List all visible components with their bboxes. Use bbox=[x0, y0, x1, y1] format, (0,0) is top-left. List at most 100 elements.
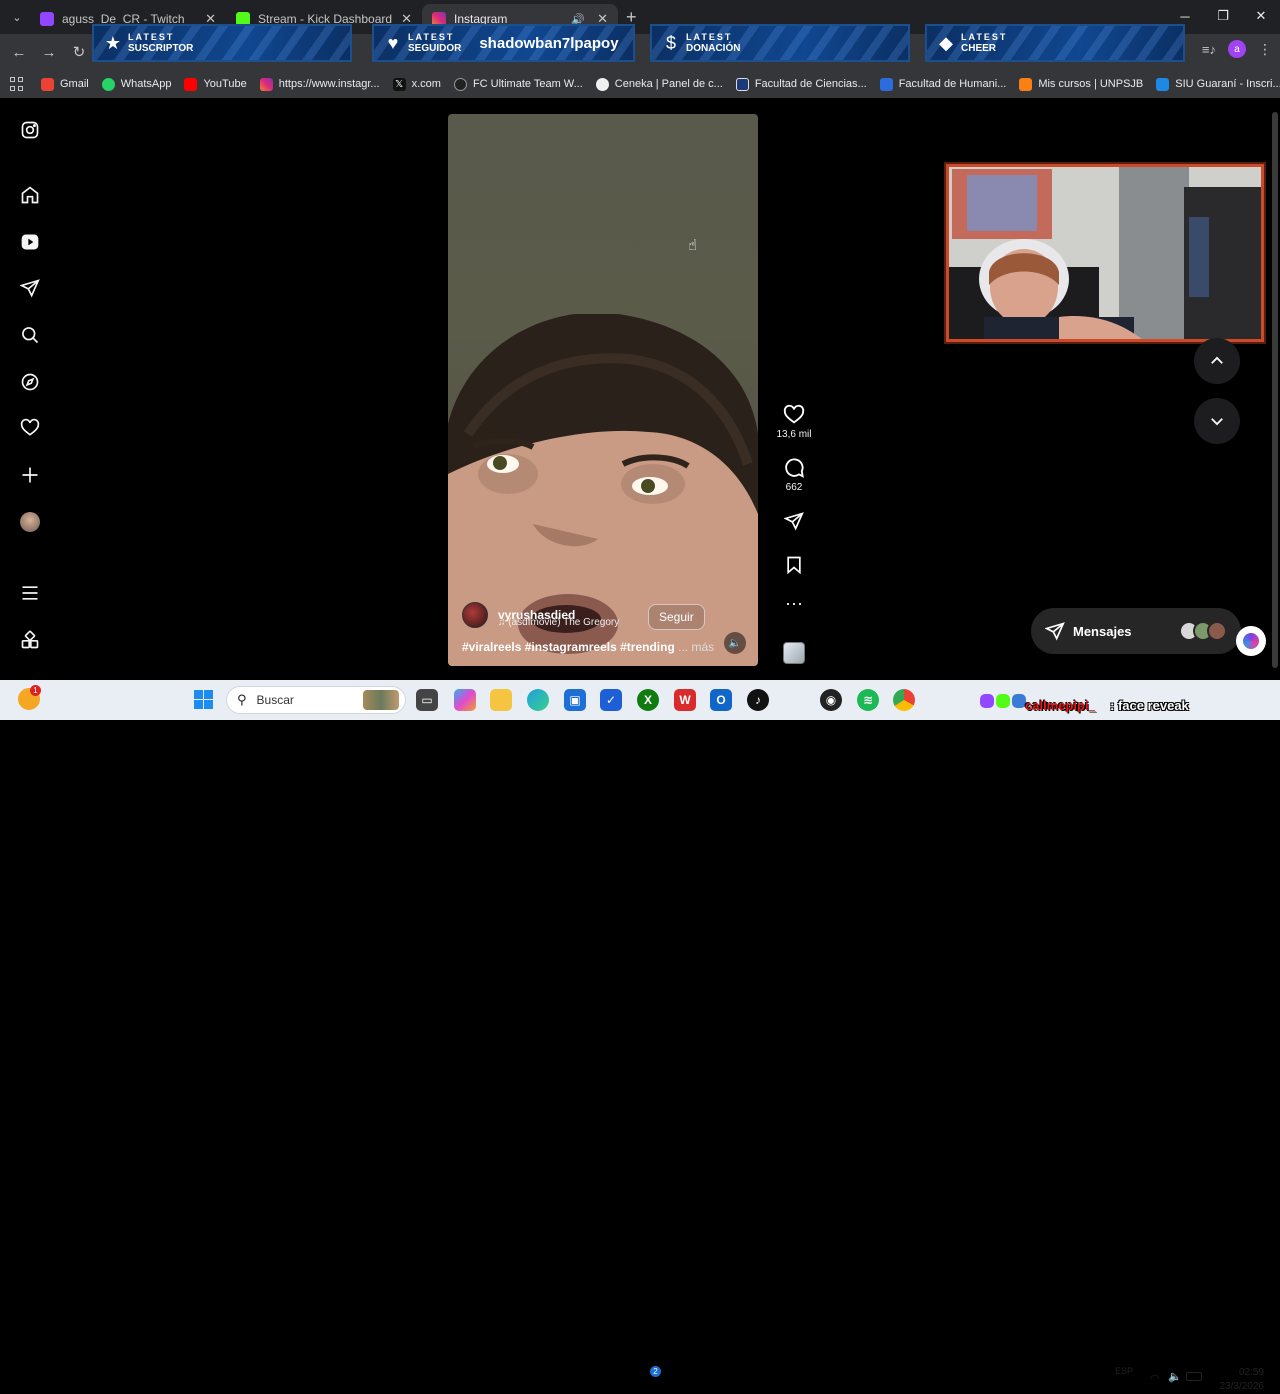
more-menu-icon[interactable]: ⋮ bbox=[1258, 41, 1272, 58]
system-clock[interactable]: 02:59 23/3/2026 bbox=[1214, 1366, 1265, 1394]
system-tray-icon[interactable] bbox=[1012, 694, 1026, 708]
share-action[interactable] bbox=[770, 511, 818, 531]
file-explorer-icon[interactable] bbox=[490, 689, 512, 711]
xbox-badge: 2 bbox=[650, 1366, 661, 1377]
direct-messages-icon bbox=[1045, 622, 1065, 641]
bookmark-ceneka[interactable]: Ceneka | Panel de c... bbox=[595, 77, 723, 91]
apps-grid-icon[interactable] bbox=[10, 77, 23, 91]
save-action[interactable] bbox=[770, 555, 818, 575]
comment-icon[interactable] bbox=[783, 457, 805, 479]
bookmark-facultad-ciencias[interactable]: Facultad de Ciencias... bbox=[735, 77, 867, 91]
reels-icon[interactable] bbox=[19, 231, 41, 253]
reel-video[interactable]: vyrushasdied ♫ (asdfmovie) The Gregory #… bbox=[448, 114, 758, 666]
previous-reel-button[interactable] bbox=[1194, 338, 1240, 384]
diamond-icon: ◆ bbox=[939, 32, 953, 53]
bookmark-x[interactable]: 𝕏x.com bbox=[392, 77, 441, 91]
bookmark-label: https://www.instagr... bbox=[278, 78, 380, 90]
media-control-icon[interactable]: ≡♪ bbox=[1202, 42, 1216, 57]
toolbar-right: ≡♪ a ⋮ bbox=[1202, 40, 1272, 58]
notifications-heart-icon[interactable] bbox=[19, 417, 41, 439]
bookmark-instagram[interactable]: https://www.instagr... bbox=[259, 77, 380, 91]
bookmark-label: FC Ultimate Team W... bbox=[472, 78, 583, 90]
task-view-icon[interactable]: ▭ bbox=[416, 689, 438, 711]
scrollbar-thumb[interactable] bbox=[1272, 112, 1278, 668]
profile-avatar[interactable] bbox=[19, 511, 41, 533]
copilot-icon[interactable] bbox=[454, 689, 476, 711]
bookmark-youtube[interactable]: YouTube bbox=[184, 77, 247, 91]
xbox-icon[interactable]: X bbox=[637, 689, 659, 711]
reel-author-avatar[interactable] bbox=[462, 602, 488, 628]
follow-button[interactable]: Seguir bbox=[648, 604, 705, 630]
avatar bbox=[1207, 621, 1227, 641]
heart-icon[interactable] bbox=[783, 404, 805, 426]
obs-icon[interactable]: ◉ bbox=[820, 689, 842, 711]
bookmark-icon[interactable] bbox=[784, 555, 804, 575]
bookmark-facultad-humanidades[interactable]: Facultad de Humani... bbox=[879, 77, 1006, 91]
bookmark-label: WhatsApp bbox=[120, 78, 172, 90]
start-button[interactable] bbox=[194, 690, 213, 709]
maximize-button[interactable]: ❐ bbox=[1204, 0, 1242, 32]
tab-search-button[interactable]: ⌄ bbox=[4, 5, 30, 29]
meta-ai-icon[interactable] bbox=[1236, 626, 1266, 656]
mouse-cursor-icon: ☝ bbox=[688, 237, 698, 254]
like-action[interactable]: 13,6 mil bbox=[770, 404, 818, 440]
bookmark-whatsapp[interactable]: WhatsApp bbox=[101, 77, 172, 91]
back-button[interactable]: ← bbox=[4, 44, 34, 61]
wifi-icon[interactable]: ◠ bbox=[1150, 1372, 1160, 1385]
next-reel-button[interactable] bbox=[1194, 398, 1240, 444]
create-plus-icon[interactable] bbox=[19, 464, 41, 486]
reel-caption-text: #viralreels #instagramreels #trending bbox=[462, 640, 675, 654]
chevron-up-icon bbox=[1211, 356, 1223, 364]
wps-office-icon[interactable]: W bbox=[674, 689, 696, 711]
bookmark-mis-cursos[interactable]: Mis cursos | UNPSJB bbox=[1019, 77, 1143, 91]
comment-action[interactable]: 662 bbox=[770, 457, 818, 493]
forward-button[interactable]: → bbox=[34, 44, 64, 61]
microsoft-store-icon[interactable]: ▣ bbox=[564, 689, 586, 711]
bookmark-gmail[interactable]: Gmail bbox=[41, 77, 89, 91]
volume-icon[interactable]: 🔈 bbox=[1168, 1370, 1182, 1383]
close-window-button[interactable]: ✕ bbox=[1242, 0, 1280, 32]
bookmark-fc-ultimate-team[interactable]: FC Ultimate Team W... bbox=[453, 77, 583, 91]
bookmark-siu-guarani[interactable]: SIU Guaraní - Inscri... bbox=[1156, 77, 1280, 91]
instagram-icon bbox=[259, 77, 273, 91]
original-audio-thumbnail[interactable] bbox=[783, 642, 805, 664]
reel-author: vyrushasdied ♫ (asdfmovie) The Gregory bbox=[462, 602, 619, 628]
gmail-icon bbox=[41, 77, 54, 91]
reel-caption: #viralreels #instagramreels #trending ..… bbox=[462, 640, 714, 654]
messages-button[interactable]: Mensajes bbox=[1031, 608, 1241, 654]
input-language[interactable]: ESP bbox=[1115, 1366, 1133, 1376]
more-menu-icon[interactable] bbox=[19, 582, 41, 604]
instagram-logo-icon[interactable] bbox=[19, 119, 41, 141]
alert-latest-donation: $ LATEST DONACIÓN bbox=[650, 24, 910, 62]
bookmark-label: Facultad de Ciencias... bbox=[754, 78, 867, 90]
twitch-tray-icon[interactable] bbox=[980, 694, 994, 708]
mute-toggle-icon[interactable]: 🔈 bbox=[724, 632, 746, 654]
heart-icon: ♥ bbox=[387, 32, 399, 53]
reel-audio-track[interactable]: ♫ (asdfmovie) The Gregory bbox=[498, 617, 619, 628]
chevron-down-icon bbox=[1211, 418, 1223, 426]
more-options-icon[interactable]: ··· bbox=[770, 594, 818, 612]
explore-icon[interactable] bbox=[19, 371, 41, 393]
search-highlight-image bbox=[363, 690, 399, 710]
reload-button[interactable]: ↻ bbox=[64, 43, 94, 61]
caption-more-link[interactable]: ... más bbox=[678, 640, 714, 654]
alert-label-top: LATEST bbox=[408, 32, 455, 42]
alert-label-top: LATEST bbox=[686, 32, 733, 42]
tiktok-icon[interactable]: ♪ bbox=[747, 689, 769, 711]
battery-icon[interactable] bbox=[1186, 1372, 1202, 1381]
edge-icon[interactable] bbox=[527, 689, 549, 711]
search-icon[interactable] bbox=[19, 324, 41, 346]
home-icon[interactable] bbox=[19, 184, 41, 206]
taskbar-search[interactable]: ⚲ Buscar bbox=[226, 686, 406, 714]
outlook-icon[interactable]: O bbox=[710, 689, 732, 711]
microsoft-todo-icon[interactable]: ✓ bbox=[600, 689, 622, 711]
profile-avatar[interactable]: a bbox=[1228, 40, 1246, 58]
kick-tray-icon[interactable] bbox=[996, 694, 1010, 708]
chrome-icon[interactable] bbox=[893, 689, 915, 711]
share-icon[interactable] bbox=[784, 511, 804, 531]
page-scrollbar[interactable] bbox=[1270, 98, 1280, 680]
also-from-meta-icon[interactable] bbox=[19, 629, 41, 651]
direct-messages-icon[interactable] bbox=[19, 277, 41, 299]
stream-chat-ticker-user: callmepipi_ bbox=[1025, 698, 1096, 713]
spotify-icon[interactable]: ≋ bbox=[857, 689, 879, 711]
